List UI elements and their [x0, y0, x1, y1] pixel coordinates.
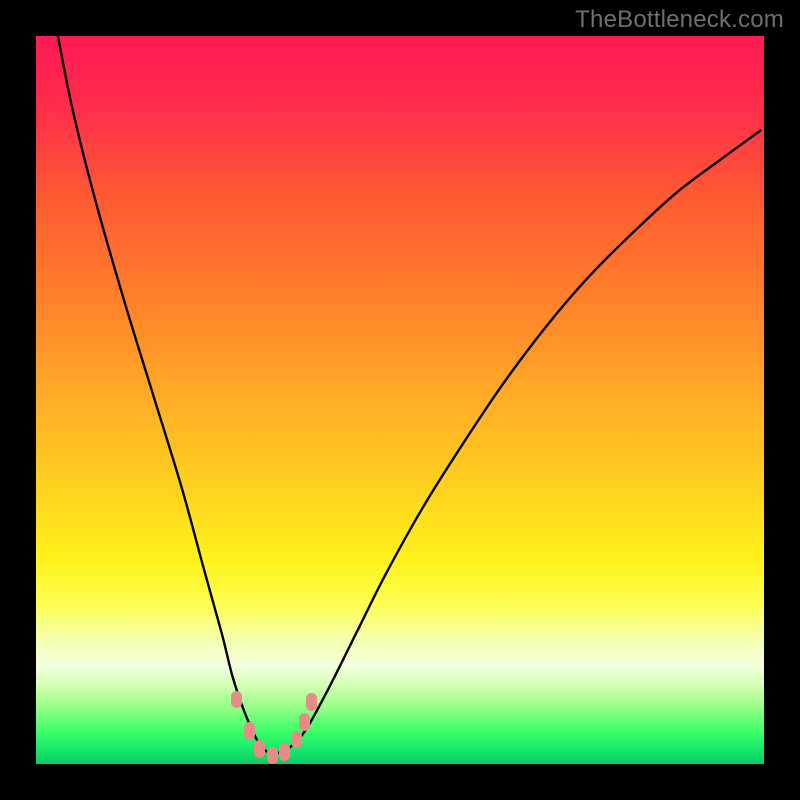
- data-marker: [291, 731, 302, 749]
- data-marker: [267, 747, 278, 764]
- bottleneck-curve: [58, 36, 761, 753]
- data-marker: [244, 722, 255, 740]
- data-marker: [299, 713, 310, 731]
- plot-area: [36, 36, 764, 764]
- chart-frame: TheBottleneck.com: [0, 0, 800, 800]
- curve-layer: [36, 36, 764, 764]
- data-marker: [254, 740, 265, 758]
- data-marker: [306, 693, 317, 711]
- data-marker: [231, 691, 242, 709]
- data-marker: [279, 743, 290, 761]
- watermark-text: TheBottleneck.com: [575, 6, 784, 34]
